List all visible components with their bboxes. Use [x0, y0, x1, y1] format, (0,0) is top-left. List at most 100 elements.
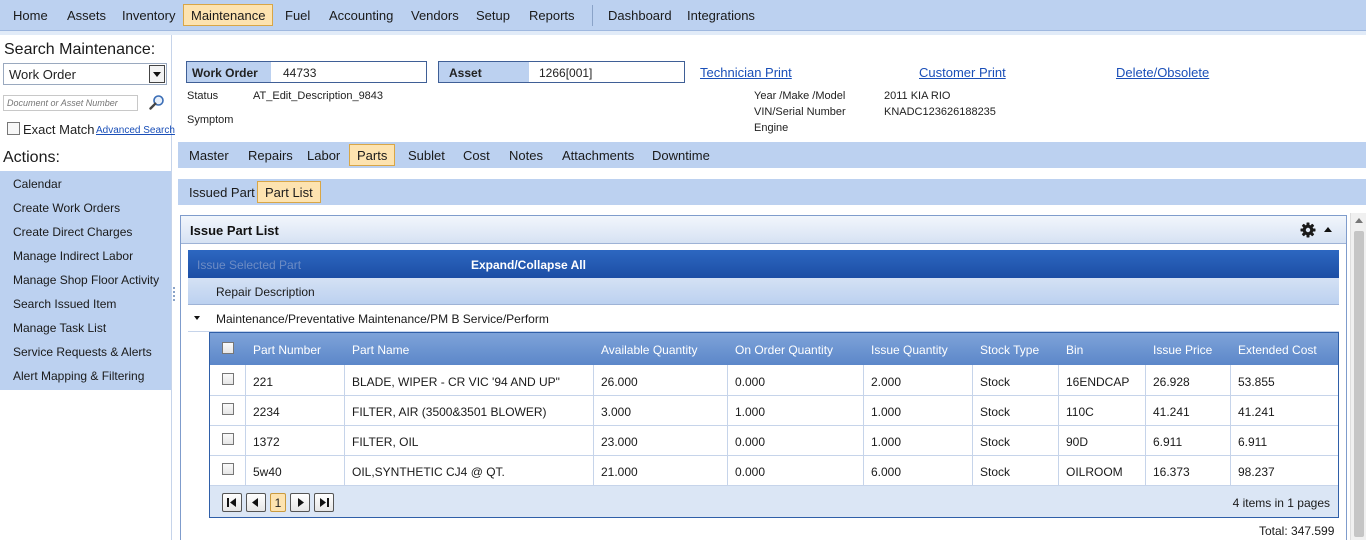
cell-bin: 110C: [1066, 405, 1094, 419]
cell-available-quantity: 23.000: [601, 435, 638, 449]
last-page-icon: [320, 498, 329, 507]
tab-sublet[interactable]: Sublet: [408, 148, 445, 163]
menu-dashboard[interactable]: Dashboard: [608, 8, 672, 23]
first-page-button[interactable]: [222, 493, 242, 512]
issue-selected-part-button[interactable]: Issue Selected Part: [197, 258, 301, 272]
group-row[interactable]: Maintenance/Preventative Maintenance/PM …: [188, 305, 1339, 332]
first-page-icon: [227, 498, 236, 507]
action-manage-task-list[interactable]: Manage Task List: [13, 321, 106, 335]
group-header: Repair Description: [188, 278, 1339, 305]
col-bin[interactable]: Bin: [1066, 343, 1083, 357]
action-alert-mapping-filtering[interactable]: Alert Mapping & Filtering: [13, 369, 144, 383]
menu-accounting[interactable]: Accounting: [329, 8, 393, 23]
parts-grid: Part Number Part Name Available Quantity…: [209, 332, 1339, 518]
action-calendar[interactable]: Calendar: [13, 177, 62, 191]
scroll-up-icon[interactable]: [1355, 218, 1363, 223]
row-checkbox[interactable]: [222, 403, 234, 415]
grid-header-row: Part Number Part Name Available Quantity…: [210, 333, 1338, 365]
col-issue-price[interactable]: Issue Price: [1153, 343, 1212, 357]
top-menu-bar: Home Assets Inventory Maintenance Fuel A…: [0, 0, 1366, 31]
cell-on-order-quantity: 1.000: [735, 405, 766, 419]
menu-home[interactable]: Home: [13, 8, 48, 23]
grid-toolbar: Issue Selected Part Expand/Collapse All: [188, 250, 1339, 278]
gear-icon[interactable]: [1300, 222, 1316, 238]
menu-setup[interactable]: Setup: [476, 8, 510, 23]
tab-labor[interactable]: Labor: [307, 148, 340, 163]
tab-notes[interactable]: Notes: [509, 148, 543, 163]
search-type-select[interactable]: Work Order: [3, 63, 167, 85]
sidebar: Search Maintenance: Work Order Exact Mat…: [0, 35, 175, 540]
next-page-button[interactable]: [290, 493, 310, 512]
cell-issue-price: 41.241: [1153, 405, 1190, 419]
expand-collapse-all-button[interactable]: Expand/Collapse All: [471, 258, 586, 272]
tab-downtime[interactable]: Downtime: [652, 148, 710, 163]
action-create-direct-charges[interactable]: Create Direct Charges: [13, 225, 132, 239]
col-part-name[interactable]: Part Name: [352, 343, 409, 357]
exact-match-checkbox[interactable]: [7, 122, 20, 135]
ymm-label: Year /Make /Model: [754, 90, 846, 102]
menu-inventory[interactable]: Inventory: [122, 8, 175, 23]
col-available-quantity[interactable]: Available Quantity: [601, 343, 698, 357]
cell-part-name: FILTER, AIR (3500&3501 BLOWER): [352, 405, 547, 419]
delete-obsolete-link[interactable]: Delete/Obsolete: [1116, 65, 1209, 80]
status-value: AT_Edit_Description_9843: [253, 90, 384, 102]
group-expand-icon[interactable]: [194, 316, 200, 320]
vertical-scrollbar[interactable]: [1350, 213, 1366, 540]
menu-reports[interactable]: Reports: [529, 8, 575, 23]
asset-label: Asset: [439, 62, 529, 82]
col-stock-type[interactable]: Stock Type: [980, 343, 1039, 357]
row-checkbox[interactable]: [222, 373, 234, 385]
last-page-button[interactable]: [314, 493, 334, 512]
exact-match-label: Exact Match: [23, 122, 95, 137]
menu-maintenance[interactable]: Maintenance: [183, 4, 274, 26]
subtab-issued-part[interactable]: Issued Part: [189, 185, 255, 200]
menu-fuel[interactable]: Fuel: [285, 8, 310, 23]
current-page-button[interactable]: 1: [270, 493, 286, 512]
cell-issue-quantity: 1.000: [871, 405, 902, 419]
actions-title: Actions:: [3, 149, 60, 166]
cell-stock-type: Stock: [980, 405, 1011, 419]
col-extended-cost[interactable]: Extended Cost: [1238, 343, 1317, 357]
row-checkbox[interactable]: [222, 463, 234, 475]
subtab-part-list[interactable]: Part List: [257, 181, 321, 203]
scroll-thumb[interactable]: [1354, 231, 1364, 537]
action-manage-indirect-labor[interactable]: Manage Indirect Labor: [13, 249, 133, 263]
search-input[interactable]: [3, 95, 138, 111]
parts-subtabs: Issued Part Part List: [178, 179, 1366, 205]
dropdown-arrow-icon[interactable]: [149, 65, 165, 83]
select-all-checkbox[interactable]: [222, 342, 234, 354]
row-checkbox[interactable]: [222, 433, 234, 445]
panel-header: Issue Part List: [181, 216, 1346, 244]
col-issue-quantity[interactable]: Issue Quantity: [871, 343, 948, 357]
engine-label: Engine: [754, 122, 789, 134]
cell-on-order-quantity: 0.000: [735, 375, 766, 389]
customer-print-link[interactable]: Customer Print: [919, 65, 1006, 80]
menu-vendors[interactable]: Vendors: [411, 8, 459, 23]
col-part-number[interactable]: Part Number: [253, 343, 321, 357]
action-manage-shop-floor-activity[interactable]: Manage Shop Floor Activity: [13, 273, 159, 287]
prev-page-button[interactable]: [246, 493, 266, 512]
collapse-arrow-icon[interactable]: [1324, 227, 1332, 232]
splitter-handle[interactable]: [172, 285, 176, 305]
search-icon[interactable]: [149, 94, 165, 110]
cell-on-order-quantity: 0.000: [735, 465, 766, 479]
col-on-order-quantity[interactable]: On Order Quantity: [735, 343, 833, 357]
action-create-work-orders[interactable]: Create Work Orders: [13, 201, 120, 215]
tab-cost[interactable]: Cost: [463, 148, 490, 163]
action-search-issued-item[interactable]: Search Issued Item: [13, 297, 116, 311]
cell-part-name: FILTER, OIL: [352, 435, 419, 449]
tab-repairs[interactable]: Repairs: [248, 148, 293, 163]
menu-strip: [0, 31, 1366, 35]
asset-field[interactable]: Asset 1266[001]: [438, 61, 685, 83]
work-order-field[interactable]: Work Order 44733: [186, 61, 427, 83]
action-service-requests-alerts[interactable]: Service Requests & Alerts: [13, 345, 152, 359]
advanced-search-link[interactable]: Advanced Search: [96, 125, 175, 136]
search-type-value: Work Order: [9, 67, 76, 82]
tab-master[interactable]: Master: [189, 148, 229, 163]
menu-integrations[interactable]: Integrations: [687, 8, 755, 23]
menu-assets[interactable]: Assets: [67, 8, 106, 23]
tab-parts[interactable]: Parts: [349, 144, 396, 166]
technician-print-link[interactable]: Technician Print: [700, 65, 792, 80]
cell-part-number: 2234: [253, 405, 280, 419]
tab-attachments[interactable]: Attachments: [562, 148, 634, 163]
